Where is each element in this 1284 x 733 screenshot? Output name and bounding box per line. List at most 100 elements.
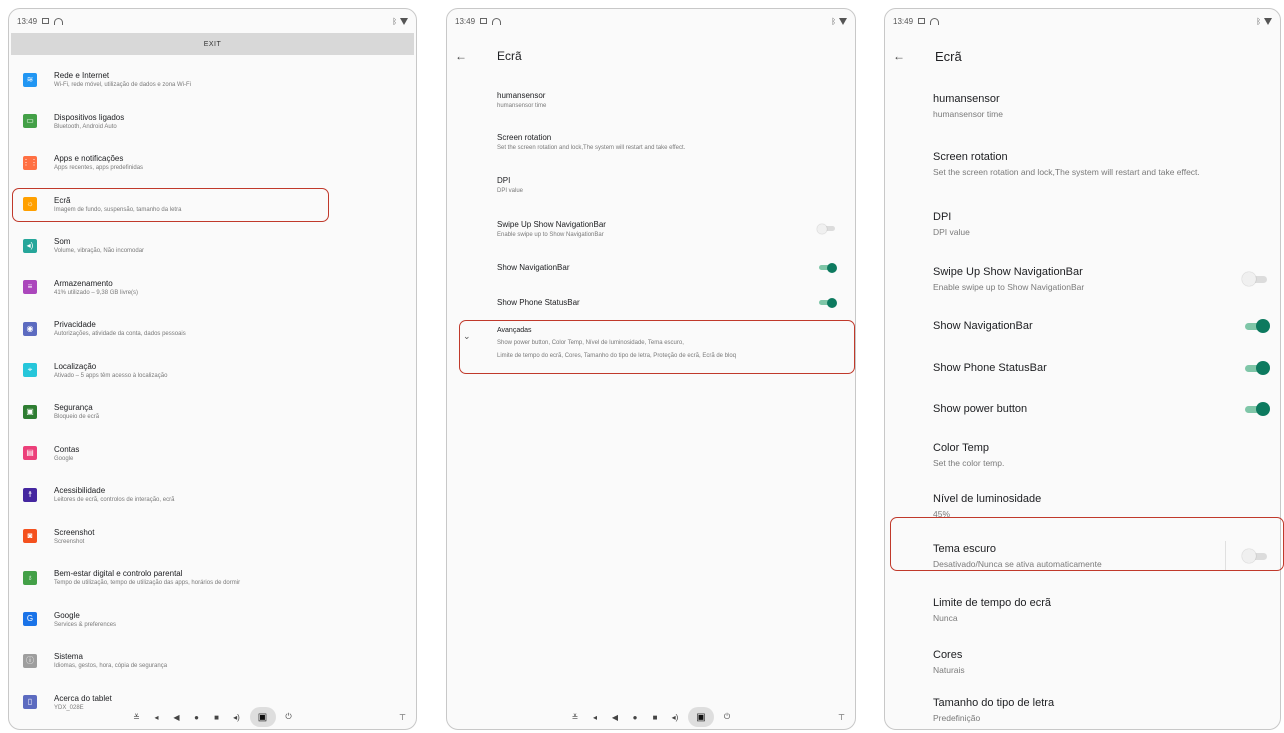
settings-item-google[interactable]: G Google Services & preferences (9, 599, 416, 641)
toggle-knob (827, 262, 837, 273)
ecra-item-humansensor[interactable]: humansensor humansensor time (447, 79, 855, 120)
toggle-switch[interactable] (1242, 361, 1270, 375)
page-title: Ecrã (497, 49, 522, 63)
ecra-item-title: humansensor (933, 93, 1000, 105)
settings-item-title: Privacidade (54, 320, 96, 330)
recents-icon[interactable]: ■ (207, 713, 227, 722)
ecra-item-dpi[interactable]: DPI DPI value (885, 195, 1280, 253)
settings-item-subtitle: Bloqueio de ecrã (54, 414, 100, 421)
ecra-item-title: Screen rotation (497, 132, 552, 142)
settings-item-screenshot[interactable]: ◙ Screenshot Screenshot (9, 516, 416, 558)
settings-item-rede-e-internet[interactable]: ≋ Rede e Internet Wi-Fi, rede móvel, utili… (9, 59, 416, 101)
ecra-item-humansensor[interactable]: humansensor humansensor time (885, 79, 1280, 133)
ecra-item-title: Show Phone StatusBar (933, 362, 1047, 374)
back-arrow-icon[interactable]: ← (455, 49, 475, 63)
ecra-item-screen-rotation[interactable]: Screen rotation Set the screen rotation a… (447, 120, 855, 163)
nav-hide-icon[interactable]: ≚ (127, 713, 147, 722)
signal-icon (400, 17, 408, 25)
toggle-knob (827, 297, 837, 308)
ecra-item-title: Swipe Up Show NavigationBar (497, 219, 606, 229)
ecra-item-limite-de-tempo-do-ecra[interactable]: Limite de tempo do ecrã Nunca (885, 581, 1280, 639)
page-title: Ecrã (935, 48, 962, 64)
ecra-item-text: Screen rotation Set the screen rotation a… (497, 133, 837, 151)
settings-item-localizacao[interactable]: ⌖ Localização Ativado – 5 apps têm acesso … (9, 350, 416, 392)
signal-icon (1264, 17, 1272, 25)
power-icon[interactable]: ⏻ (717, 712, 737, 722)
toggle-switch[interactable] (1242, 319, 1270, 333)
status-time: 13:49 (455, 16, 476, 26)
highlight-dark-theme (890, 517, 1284, 571)
pin-icon[interactable]: ⊤ (838, 713, 845, 722)
ecra-item-screen-rotation[interactable]: Screen rotation Set the screen rotation a… (885, 133, 1280, 195)
toggle-switch[interactable] (1242, 272, 1270, 286)
settings-item-dispositivos-ligados[interactable]: ▭ Dispositivos ligados Bluetooth, Android … (9, 101, 416, 143)
back-icon[interactable]: ◀ (167, 713, 187, 722)
home-icon[interactable]: ● (187, 713, 207, 722)
settings-item-sistema[interactable]: ⓘ Sistema Idiomas, gestos, hora, cópia de … (9, 640, 416, 682)
volume-down-icon[interactable]: ◂ (147, 713, 167, 722)
settings-item-apps-e-notificacoes[interactable]: ⋮⋮ Apps e notificações Apps recentes, apps… (9, 142, 416, 184)
toggle-switch[interactable] (817, 262, 837, 273)
recents-icon[interactable]: ■ (645, 713, 665, 722)
pin-icon[interactable]: ⊤ (399, 713, 406, 722)
home-icon[interactable]: ● (625, 713, 645, 722)
ecra-item-dpi[interactable]: DPI DPI value (447, 163, 855, 206)
ecra-item-text: Tamanho do tipo de letra Predefinição (933, 697, 1270, 723)
bluetooth-icon: ᛒ (392, 16, 397, 26)
toggle-knob (1256, 319, 1270, 333)
toggle-switch[interactable] (1242, 402, 1270, 416)
camera-icon: ◙ (23, 529, 37, 544)
settings-item-contas[interactable]: ▤ Contas Google (9, 433, 416, 475)
settings-item-privacidade[interactable]: ◉ Privacidade Autorizações, atividade da c… (9, 308, 416, 350)
settings-item-bem-estar-digital-e-controlo-parental[interactable]: ♁ Bem-estar digital e controlo parental Te… (9, 557, 416, 599)
ecra-item-swipe-up-show-navigationbar[interactable]: Swipe Up Show NavigationBar Enable swipe … (447, 206, 855, 251)
settings-item-title: Acessibilidade (54, 486, 106, 496)
ecra-item-title: Show NavigationBar (933, 320, 1033, 332)
ecra-item-swipe-up-show-navigationbar[interactable]: Swipe Up Show NavigationBar Enable swipe … (885, 253, 1280, 305)
settings-item-seguranca[interactable]: ▣ Segurança Bloqueio de ecrã (9, 391, 416, 433)
ecra-item-title: Show Phone StatusBar (497, 298, 580, 307)
settings-item-text: Privacidade Autorizações, atividade da co… (54, 320, 186, 337)
ecra-item-cores[interactable]: Cores Naturais (885, 639, 1280, 685)
ecra-item-show-phone-statusbar[interactable]: Show Phone StatusBar (447, 284, 855, 321)
notification-icon (918, 18, 926, 24)
wellbeing-icon: ♁ (23, 570, 37, 585)
ecra-item-tamanho-do-tipo-de-letra[interactable]: Tamanho do tipo de letra Predefinição (885, 685, 1280, 729)
ecra-item-show-power-button[interactable]: Show power button (885, 389, 1280, 429)
settings-item-title: Screenshot (54, 527, 95, 537)
settings-item-subtitle: Ativado – 5 apps têm acesso à localizaçã… (54, 372, 168, 379)
ecra-item-show-navigationbar[interactable]: Show NavigationBar (885, 305, 1280, 347)
settings-item-subtitle: Autorizações, atividade da conta, dados … (54, 331, 186, 338)
volume-up-icon[interactable]: ◂) (665, 713, 685, 722)
settings-item-text: Segurança Bloqueio de ecrã (54, 403, 99, 420)
settings-panel-main: 13:49 ᛒ EXIT ≋ Rede e Internet Wi-Fi, rede… (8, 8, 417, 730)
settings-item-acessibilidade[interactable]: ☨ Acessibilidade Leitores de ecrã, control… (9, 474, 416, 516)
ecra-item-title: Show NavigationBar (497, 263, 570, 272)
toggle-switch[interactable] (817, 297, 837, 308)
volume-up-icon[interactable]: ◂) (227, 713, 247, 722)
settings-item-title: Dispositivos ligados (54, 112, 125, 122)
ecra-item-text: Swipe Up Show NavigationBar Enable swipe … (933, 266, 1242, 292)
ecra-item-color-temp[interactable]: Color Temp Set the color temp. (885, 429, 1280, 481)
screenshot-icon[interactable]: ▣ (688, 707, 714, 727)
settings-item-text: Apps e notificações Apps recentes, apps p… (54, 154, 143, 171)
settings-panel-ecra-expanded: 13:49 ᛒ ← Ecrã humansensor humansensor ti… (884, 8, 1281, 730)
highlight-ecra-item (12, 188, 329, 222)
ecra-item-subtitle: Set the color temp. (933, 458, 1005, 468)
settings-item-som[interactable]: ◂) Som Volume, vibração, Não incomodar (9, 225, 416, 267)
screenshot-icon[interactable]: ▣ (249, 707, 276, 727)
google-icon: G (23, 612, 37, 627)
toggle-knob (1256, 402, 1270, 416)
status-time: 13:49 (17, 16, 38, 26)
exit-button[interactable]: EXIT (11, 33, 414, 55)
power-icon[interactable]: ⏻ (279, 712, 299, 722)
settings-item-subtitle: Volume, vibração, Não incomodar (54, 248, 145, 255)
settings-item-armazenamento[interactable]: ≡ Armazenamento 41% utilizado – 9,38 GB li… (9, 267, 416, 309)
ecra-item-show-phone-statusbar[interactable]: Show Phone StatusBar (885, 347, 1280, 389)
back-icon[interactable]: ◀ (605, 713, 625, 722)
volume-down-icon[interactable]: ◂ (585, 713, 605, 722)
toggle-switch[interactable] (817, 223, 837, 234)
ecra-item-show-navigationbar[interactable]: Show NavigationBar (447, 251, 855, 284)
nav-hide-icon[interactable]: ≚ (565, 713, 585, 722)
back-arrow-icon[interactable]: ← (893, 49, 913, 63)
